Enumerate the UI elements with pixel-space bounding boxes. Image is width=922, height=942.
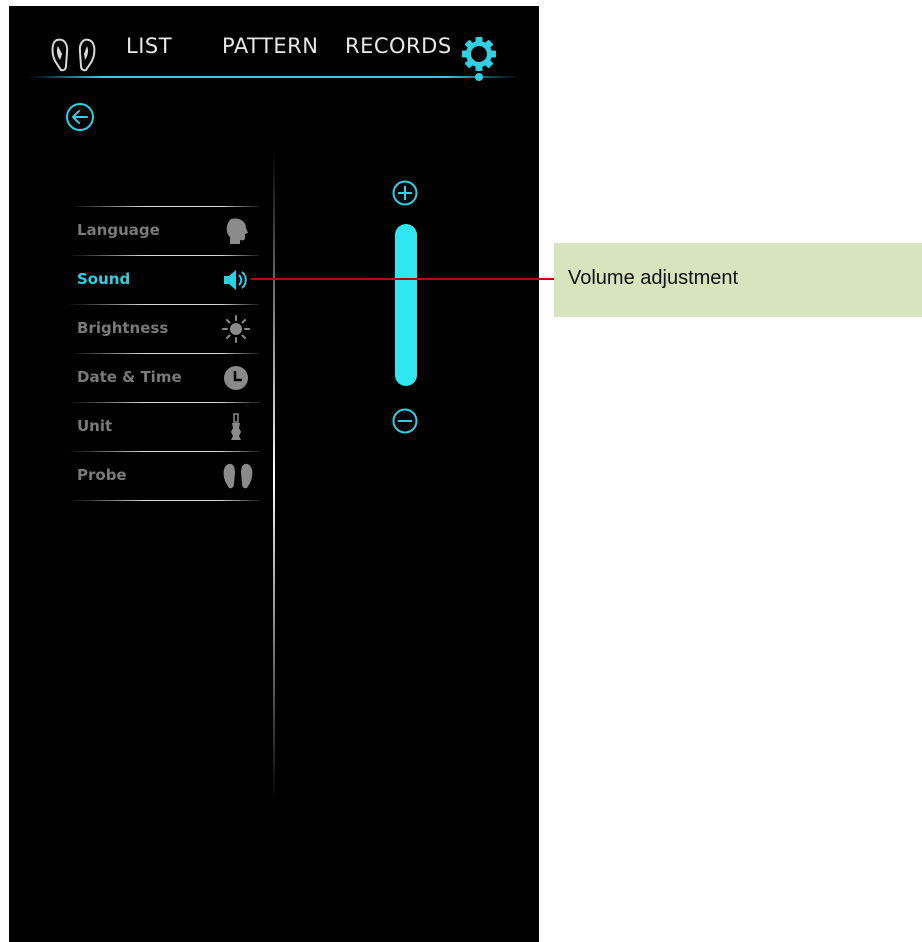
probes-icon	[51, 38, 96, 72]
tab-records[interactable]: RECORDS	[345, 34, 452, 58]
menu-item-brightness[interactable]: Brightness	[69, 305, 259, 353]
menu-item-label: Language	[77, 221, 160, 239]
tab-settings[interactable]	[461, 34, 497, 74]
menu-item-label: Sound	[77, 270, 131, 288]
active-tab-indicator	[475, 73, 483, 81]
volume-increase-button[interactable]	[392, 180, 418, 206]
menu-item-language[interactable]: Language	[69, 207, 259, 255]
nav-underline	[29, 76, 519, 78]
menu-item-probe[interactable]: Probe	[69, 452, 259, 500]
probe-icon	[223, 463, 253, 489]
menu-item-label: Unit	[77, 417, 113, 435]
menu-separator	[69, 500, 259, 501]
menu-item-label: Brightness	[77, 319, 169, 337]
device-screen: LIST PATTERN RECORDS Language Sound Brig…	[9, 6, 539, 942]
callout-leader-line	[251, 278, 554, 280]
minus-circle-icon	[392, 408, 418, 434]
menu-item-unit[interactable]: Unit	[69, 403, 259, 451]
plus-circle-icon	[392, 180, 418, 206]
gear-icon	[462, 37, 496, 71]
unit-icon	[231, 413, 241, 440]
panel-divider	[273, 148, 275, 803]
menu-item-sound[interactable]: Sound	[69, 256, 259, 304]
annotation-callout: Volume adjustment	[554, 243, 922, 317]
volume-slider[interactable]	[395, 224, 417, 386]
head-icon	[226, 218, 248, 244]
back-arrow-icon	[66, 103, 94, 131]
speaker-icon	[224, 270, 247, 290]
tab-list[interactable]: LIST	[126, 34, 172, 58]
probes-tab[interactable]	[49, 34, 107, 74]
annotation-text: Volume adjustment	[568, 267, 739, 289]
volume-decrease-button[interactable]	[392, 408, 418, 434]
sun-icon	[222, 315, 250, 343]
tab-pattern[interactable]: PATTERN	[222, 34, 318, 58]
back-button[interactable]	[65, 102, 95, 132]
volume-fill	[395, 224, 417, 386]
menu-item-date-time[interactable]: Date & Time	[69, 354, 259, 402]
clock-icon	[224, 366, 248, 390]
menu-item-label: Date & Time	[77, 368, 182, 386]
menu-item-label: Probe	[77, 466, 127, 484]
top-navigation: LIST PATTERN RECORDS	[9, 6, 539, 86]
settings-menu: Language Sound Brightness Date & Time Un…	[69, 206, 259, 501]
